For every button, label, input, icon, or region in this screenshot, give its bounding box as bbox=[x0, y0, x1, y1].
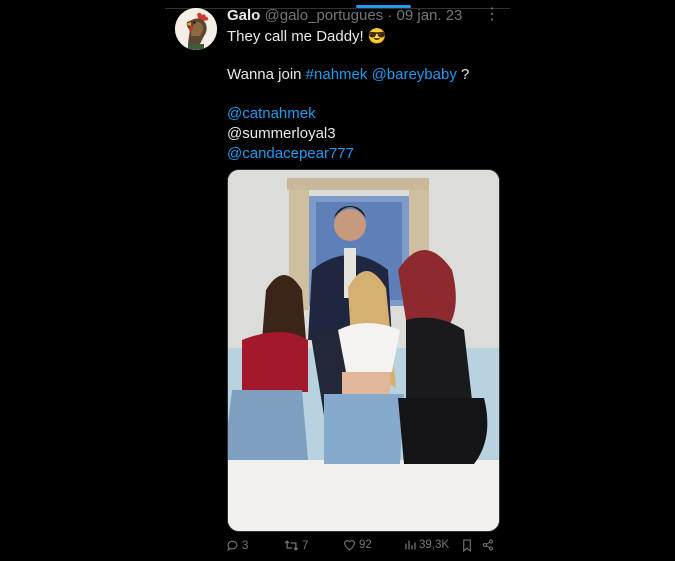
like-count: 92 bbox=[359, 539, 372, 551]
more-icon[interactable]: ⋮ bbox=[484, 7, 500, 23]
group-photo-image bbox=[228, 170, 499, 531]
retweet-button[interactable]: 7 bbox=[284, 539, 308, 552]
views-count: 39,3K bbox=[419, 539, 450, 551]
retweet-count: 7 bbox=[302, 539, 309, 552]
tweet-line-2: Wanna join #nahmek @bareybaby ? bbox=[227, 65, 469, 85]
share-button[interactable] bbox=[482, 539, 494, 551]
mention-plain-3: @summerloyal3 bbox=[227, 125, 336, 142]
rooster-avatar-icon bbox=[175, 8, 217, 50]
tweet-line-1: They call me Daddy! 😎 bbox=[227, 27, 387, 47]
like-icon bbox=[344, 540, 355, 551]
sunglasses-emoji: 😎 bbox=[367, 28, 387, 45]
share-icon bbox=[483, 539, 493, 551]
bookmark-button[interactable] bbox=[462, 539, 472, 552]
tweet-date[interactable]: 09 jan. 23 bbox=[397, 7, 463, 24]
views-icon bbox=[405, 540, 416, 550]
tweet-text-1: They call me Daddy! bbox=[227, 28, 364, 45]
hashtag-link[interactable]: #nahmek bbox=[306, 66, 368, 83]
tweet-photo[interactable] bbox=[227, 169, 500, 532]
avatar[interactable] bbox=[175, 8, 217, 50]
bookmark-icon bbox=[463, 539, 471, 552]
tweet-text-2: Wanna join bbox=[227, 66, 302, 83]
tweet-header: Galo @galo_portugues · 09 jan. 23 bbox=[227, 7, 462, 24]
retweet-icon bbox=[284, 540, 299, 551]
mention-link-2[interactable]: @catnahmek bbox=[227, 104, 316, 124]
views-button[interactable]: 39,3K bbox=[404, 539, 449, 551]
like-button[interactable]: 92 bbox=[343, 539, 372, 551]
mention-link-4[interactable]: @candacepear777 bbox=[227, 144, 354, 164]
display-name[interactable]: Galo bbox=[227, 7, 260, 24]
reply-icon bbox=[227, 540, 238, 551]
mention-link-1[interactable]: @bareybaby bbox=[372, 66, 457, 83]
reply-button[interactable]: 3 bbox=[226, 539, 248, 552]
question-mark: ? bbox=[461, 66, 470, 83]
action-bar: 3 7 92 39,3K bbox=[0, 539, 675, 557]
reply-count: 3 bbox=[242, 539, 249, 552]
handle[interactable]: @galo_portugues bbox=[265, 7, 384, 24]
tweet-screen: Galo @galo_portugues · 09 jan. 23 ⋮ They… bbox=[0, 0, 675, 561]
separator: · bbox=[387, 7, 393, 24]
